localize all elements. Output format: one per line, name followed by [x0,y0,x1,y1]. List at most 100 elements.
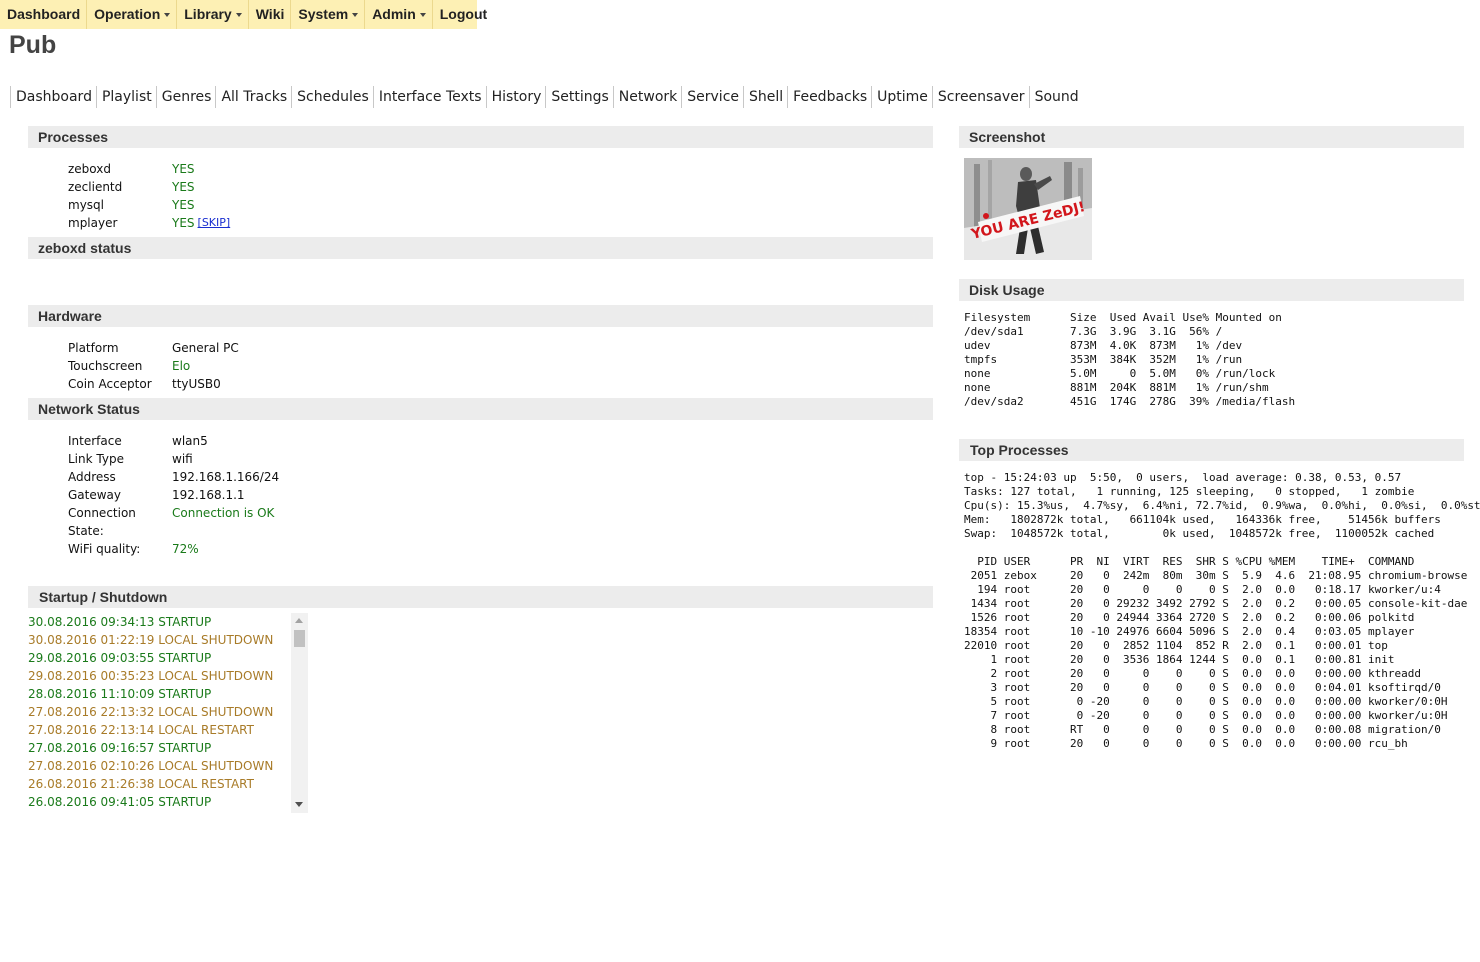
menu-operation-label: Operation [94,6,161,22]
subnav-sound[interactable]: Sound [1028,86,1083,108]
subnav-genres[interactable]: Genres [155,86,216,108]
log-entry: 26.08.2016 09:41:05 STARTUP [28,795,212,809]
process-status: YES [172,216,195,230]
process-row: zeclientd YES [68,178,230,196]
caret-down-icon [419,13,426,18]
network-value: 72% [172,542,199,556]
subnav-history[interactable]: History [485,86,546,108]
caret-down-icon [235,13,242,18]
subnav-playlist[interactable]: Playlist [95,86,156,108]
top-processes-heading: Top Processes [959,439,1464,461]
skip-link[interactable]: [SKIP] [198,214,231,232]
log-entry: 30.08.2016 09:34:13 STARTUP [28,615,212,629]
process-status: YES [172,162,195,176]
network-value: Connection is OK [172,506,275,520]
log-entry: 30.08.2016 01:22:19 LOCAL SHUTDOWN [28,633,274,647]
caret-down-icon [164,13,171,18]
hardware-value: General PC [172,341,239,355]
sub-navigation: Dashboard Playlist Genres All Tracks Sch… [10,86,1083,108]
menu-logout[interactable]: Logout [433,0,493,29]
hardware-row: Coin Acceptor ttyUSB0 [68,375,239,393]
hardware-value: Elo [172,359,191,373]
scroll-down-arrow-icon[interactable] [295,802,303,807]
network-label-line2: State: [68,524,104,538]
top-processes-output: top - 15:24:03 up 5:50, 0 users, load av… [964,471,1480,750]
menu-logout-label: Logout [439,6,488,22]
menu-library[interactable]: Library [177,0,249,29]
top-menu-bar: Dashboard Operation Library Wiki System … [0,0,487,29]
startup-shutdown-heading: Startup / Shutdown [28,586,933,608]
scroll-thumb[interactable] [294,630,305,647]
hardware-label: Platform [68,341,119,355]
process-status: YES [172,180,195,194]
log-entry: 27.08.2016 22:13:14 LOCAL RESTART [28,723,254,737]
caret-down-icon [352,13,359,18]
subnav-feedbacks[interactable]: Feedbacks [787,86,871,108]
network-label: Link Type [68,452,124,466]
disk-usage-heading: Disk Usage [959,279,1464,301]
log-entry: 26.08.2016 21:26:38 LOCAL RESTART [28,777,254,791]
log-scrollbar[interactable] [291,613,308,813]
hardware-value: ttyUSB0 [172,377,221,391]
network-value: wlan5 [172,434,208,448]
hardware-row: Platform General PC [68,339,239,357]
network-label: Interface [68,434,122,448]
subnav-all-tracks[interactable]: All Tracks [215,86,291,108]
log-entry: 29.08.2016 00:35:23 LOCAL SHUTDOWN [28,669,274,683]
subnav-dashboard[interactable]: Dashboard [10,86,96,108]
menu-dashboard[interactable]: Dashboard [0,0,88,29]
network-label: Address [68,470,116,484]
process-name: mplayer [68,216,118,230]
screenshot-heading: Screenshot [959,126,1464,148]
screenshot-thumbnail[interactable]: YOU ARE ZeDJ! [964,158,1092,260]
process-name: mysql [68,198,104,212]
network-label: Gateway [68,488,122,502]
zeboxd-status-heading: zeboxd status [28,237,933,259]
subnav-network[interactable]: Network [612,86,681,108]
network-row: Address 192.168.1.166/24 [68,468,279,486]
subnav-screensaver[interactable]: Screensaver [931,86,1029,108]
scroll-up-arrow-icon[interactable] [295,618,303,623]
hardware-label: Touchscreen [68,359,143,373]
hardware-list: Platform General PC Touchscreen Elo Coin A… [68,339,239,393]
network-value: 192.168.1.166/24 [172,470,280,484]
network-row: Connection State: Connection is OK [68,504,279,540]
network-row: WiFi quality: 72% [68,540,279,558]
subnav-uptime[interactable]: Uptime [871,86,932,108]
page-title: Pub [9,31,57,59]
disk-usage-output: Filesystem Size Used Avail Use% Mounted … [964,311,1296,408]
network-row: Gateway 192.168.1.1 [68,486,279,504]
zedj-screensaver-image: YOU ARE ZeDJ! [964,158,1092,260]
hardware-label: Coin Acceptor [68,377,152,391]
network-row: Link Type wifi [68,450,279,468]
subnav-shell[interactable]: Shell [743,86,787,108]
startup-log-list[interactable]: 30.08.2016 09:34:13 STARTUP 30.08.2016 0… [28,613,308,813]
network-list: Interface wlan5 Link Type wifi Address 192.… [68,432,279,558]
hardware-heading: Hardware [28,305,933,327]
network-status-heading: Network Status [28,398,933,420]
menu-wiki[interactable]: Wiki [249,0,292,29]
log-entry: 29.08.2016 09:03:55 STARTUP [28,651,212,665]
menu-admin-label: Admin [372,6,416,22]
menu-admin[interactable]: Admin [365,0,433,29]
hardware-row: Touchscreen Elo [68,357,239,375]
network-value: wifi [172,452,193,466]
subnav-schedules[interactable]: Schedules [291,86,373,108]
process-status: YES [172,198,195,212]
subnav-service[interactable]: Service [681,86,743,108]
network-label: WiFi quality: [68,542,141,556]
menu-system[interactable]: System [291,0,366,29]
process-row: mplayer YES [SKIP] [68,214,230,232]
subnav-interface-texts[interactable]: Interface Texts [372,86,486,108]
network-label: Connection State: [68,504,172,540]
menu-wiki-label: Wiki [255,6,285,22]
process-row: zeboxd YES [68,160,230,178]
subnav-settings[interactable]: Settings [545,86,612,108]
network-label-line1: Connection [68,506,136,520]
network-row: Interface wlan5 [68,432,279,450]
menu-operation[interactable]: Operation [87,0,178,29]
log-entry: 27.08.2016 02:10:26 LOCAL SHUTDOWN [28,759,274,773]
process-row: mysql YES [68,196,230,214]
process-name: zeclientd [68,180,123,194]
log-entry: 27.08.2016 09:16:57 STARTUP [28,741,212,755]
